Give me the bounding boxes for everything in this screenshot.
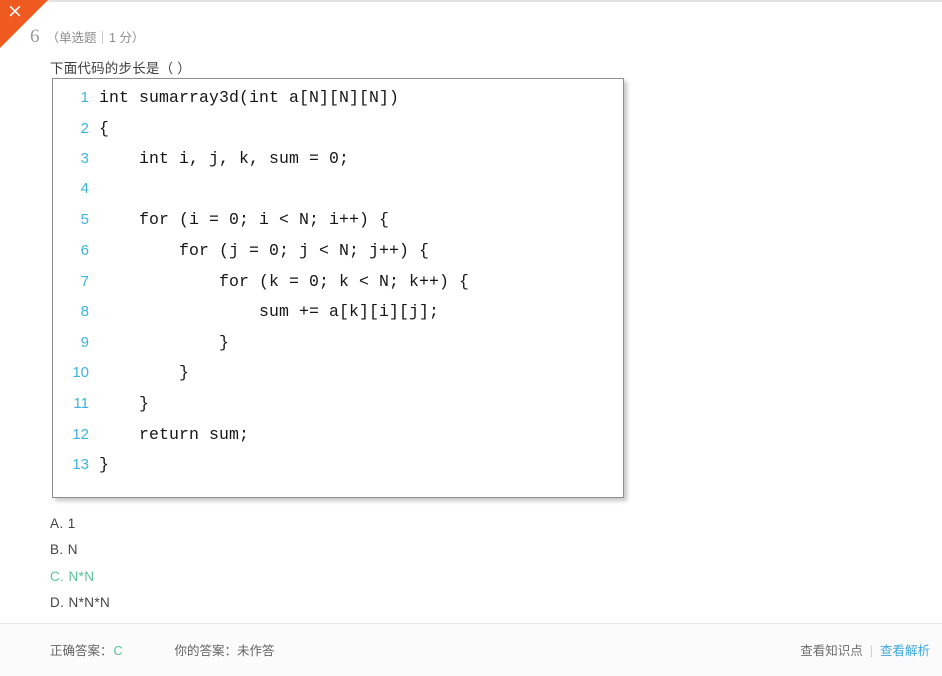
answer-footer: 正确答案： C 你的答案：未作答 查看知识点 | 查看解析 [0, 623, 942, 676]
line-number: 10 [72, 364, 89, 382]
code-line: 3 int i, j, k, sum = 0; [53, 149, 623, 180]
line-code: } [99, 363, 190, 383]
line-number: 8 [80, 303, 89, 321]
code-block: 1 int sumarray3d(int a[N][N][N]) 2 { 3 i… [52, 78, 624, 498]
line-number: 4 [80, 179, 89, 197]
line-number: 12 [72, 425, 89, 443]
code-line: 1 int sumarray3d(int a[N][N][N]) [53, 88, 623, 119]
option-d[interactable]: D. N*N*N [50, 590, 110, 616]
line-code: for (k = 0; k < N; k++) { [99, 271, 470, 291]
line-number: 9 [80, 333, 89, 351]
line-code: return sum; [99, 424, 250, 444]
code-line: 4 [53, 180, 623, 211]
question-page: 6 （单选题｜1 分） 下面代码的步长是（ ） 1 int sumarray3d… [0, 2, 942, 676]
question-meta: （单选题｜1 分） [46, 31, 145, 45]
code-line: 8 sum += a[k][i][j]; [53, 302, 623, 333]
line-number: 1 [80, 89, 89, 106]
line-number: 13 [72, 456, 89, 474]
code-line: 6 for (j = 0; j < N; j++) { [53, 241, 623, 272]
code-line: 7 for (k = 0; k < N; k++) { [53, 272, 623, 303]
close-button[interactable]: × [0, 0, 48, 48]
footer-answer-summary: 正确答案： C 你的答案：未作答 [50, 640, 275, 659]
line-code: int i, j, k, sum = 0; [99, 149, 350, 169]
code-line: 11 } [53, 394, 623, 425]
footer-links: 查看知识点 | 查看解析 [800, 640, 930, 659]
code-line: 2 { [53, 119, 623, 150]
option-b[interactable]: B. N [50, 537, 110, 563]
close-icon: × [7, 0, 23, 22]
line-code: } [99, 455, 110, 475]
line-code: for (j = 0; j < N; j++) { [99, 240, 430, 260]
your-answer-text: 你的答案：未作答 [174, 644, 275, 658]
line-code: } [99, 332, 230, 352]
line-code: } [99, 393, 150, 413]
line-number: 11 [73, 394, 89, 412]
option-c[interactable]: C. N*N [50, 564, 110, 590]
option-a[interactable]: A. 1 [50, 511, 110, 537]
view-knowledge-point-link[interactable]: 查看知识点 [800, 640, 863, 659]
view-analysis-link[interactable]: 查看解析 [880, 640, 930, 659]
code-line: 12 return sum; [53, 425, 623, 456]
correct-answer-label: 正确答案： [50, 644, 113, 658]
correct-answer-value: C [113, 644, 123, 658]
line-number: 5 [80, 211, 89, 229]
question-stem: 下面代码的步长是（ ） [50, 61, 191, 76]
line-number: 7 [80, 272, 89, 290]
line-code: for (i = 0; i < N; i++) { [99, 210, 390, 230]
answer-options: A. 1 B. N C. N*N D. N*N*N [50, 511, 110, 617]
line-number: 2 [80, 119, 89, 137]
code-line: 13 } [53, 455, 623, 486]
line-number: 3 [80, 150, 89, 168]
line-code: int sumarray3d(int a[N][N][N]) [99, 88, 400, 107]
code-line: 10 } [53, 363, 623, 394]
line-code: { [99, 118, 110, 138]
line-code: sum += a[k][i][j]; [99, 302, 440, 322]
code-line: 9 } [53, 333, 623, 364]
code-line: 5 for (i = 0; i < N; i++) { [53, 210, 623, 241]
line-number: 6 [80, 241, 89, 259]
link-separator: | [869, 644, 873, 658]
